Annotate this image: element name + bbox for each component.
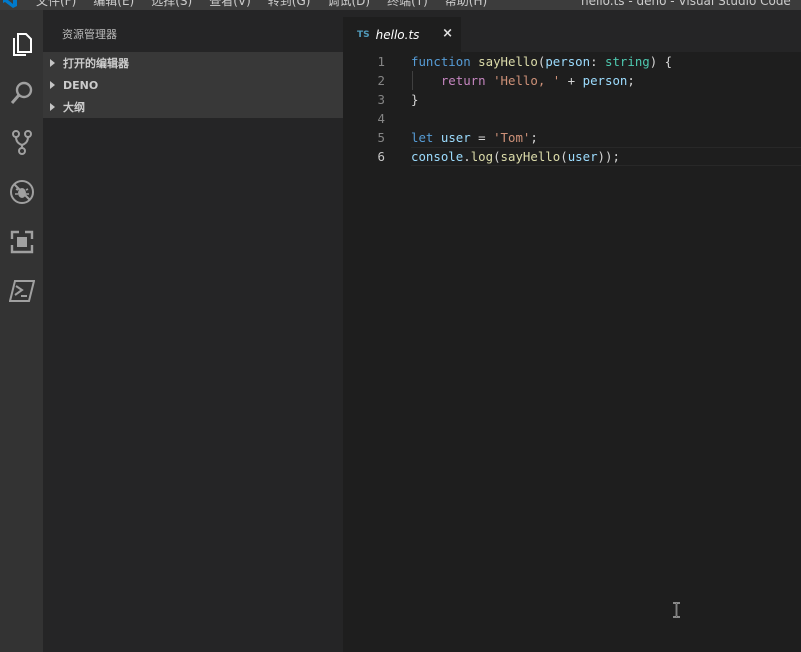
chevron-right-icon [50,81,55,89]
code-token: function [411,54,471,69]
code-token: ( [560,149,568,164]
vscode-logo-icon[interactable] [2,0,18,9]
editor-tab-bar: TS hello.ts × [343,10,801,52]
code-token: person [545,54,591,69]
line-number: 1 [377,54,385,69]
line-number: 2 [377,73,385,88]
code-token: return [440,73,486,88]
section-open-editors[interactable]: 打开的编辑器 [43,52,343,74]
activity-bar [0,10,43,652]
tab-label: hello.ts [375,27,420,42]
line-number: 5 [377,130,385,145]
code-line[interactable]: 3} [343,90,801,109]
code-line[interactable]: 1 function sayHello(person: string) { [343,52,801,71]
explorer-sidebar: 资源管理器 打开的编辑器 DENO 大纲 [43,10,343,652]
code-token: ( [493,149,501,164]
typescript-file-icon: TS [357,29,370,40]
text-cursor-icon [673,602,680,618]
code-token: ; [530,130,538,145]
code-token: + [560,73,583,88]
debug-icon [9,180,34,204]
activity-powershell[interactable] [0,269,43,313]
activity-extensions[interactable] [0,220,43,264]
code-token: sayHello [478,54,538,69]
code-token: user [440,130,471,145]
section-label: 大纲 [63,101,85,114]
sidebar-title: 资源管理器 [62,28,117,41]
code-token: person [582,73,628,88]
section-deno[interactable]: DENO [43,74,343,96]
code-token: ) { [649,54,673,69]
source-control-icon [11,130,32,155]
code-line[interactable]: 5 let user = 'Tom'; [343,128,801,147]
code-token: console [411,149,464,164]
search-icon [10,81,32,104]
code-token: log [470,149,494,164]
code-token: let [411,130,434,145]
line-number: 3 [377,92,385,107]
line-number: 6 [377,149,385,164]
line-number: 4 [377,111,385,126]
files-icon [12,33,32,56]
code-text: return 'Hello, ' + person; [411,71,635,90]
code-token: user [567,149,598,164]
chevron-right-icon [50,59,55,67]
close-icon[interactable]: × [442,26,453,41]
code-text: console.log(sayHello(user)); [411,147,620,166]
title-bar: 文件(F) 编辑(E) 选择(S) 查看(V) 转到(G) 调试(D) 终端(T) 帮助(H)… [0,0,801,10]
tab-hello-ts[interactable]: TS hello.ts × [343,17,461,52]
section-outline[interactable]: 大纲 [43,96,343,118]
code-token: ; [627,73,635,88]
code-token: string [605,54,650,69]
code-editor[interactable]: 1 function sayHello(person: string) {2 re… [343,52,801,652]
code-token: } [411,92,419,107]
code-token: = [470,130,494,145]
activity-debug[interactable] [0,170,43,214]
code-line[interactable]: 6 console.log(sayHello(user)); [343,147,801,166]
code-text: } [411,90,418,109]
code-token: 'Tom' [493,130,531,145]
code-token: . [463,149,471,164]
terminal-icon [8,280,35,302]
code-line[interactable]: 2 return 'Hello, ' + person; [343,71,801,90]
code-token: sayHello [500,149,561,164]
code-line[interactable]: 4 [343,109,801,128]
code-token: 'Hello, ' [493,73,561,88]
code-token: : [590,54,605,69]
code-token: )); [597,149,620,164]
activity-explorer[interactable] [0,22,43,66]
extensions-icon [8,229,35,254]
code-text: let user = 'Tom'; [411,128,538,147]
code-text: function sayHello(person: string) { [411,52,672,71]
section-label: 打开的编辑器 [63,57,129,70]
explorer-sections: 打开的编辑器 DENO 大纲 [43,52,343,118]
activity-source-control[interactable] [0,120,43,164]
section-label: DENO [63,78,99,92]
chevron-right-icon [50,103,55,111]
activity-search[interactable] [0,71,43,115]
